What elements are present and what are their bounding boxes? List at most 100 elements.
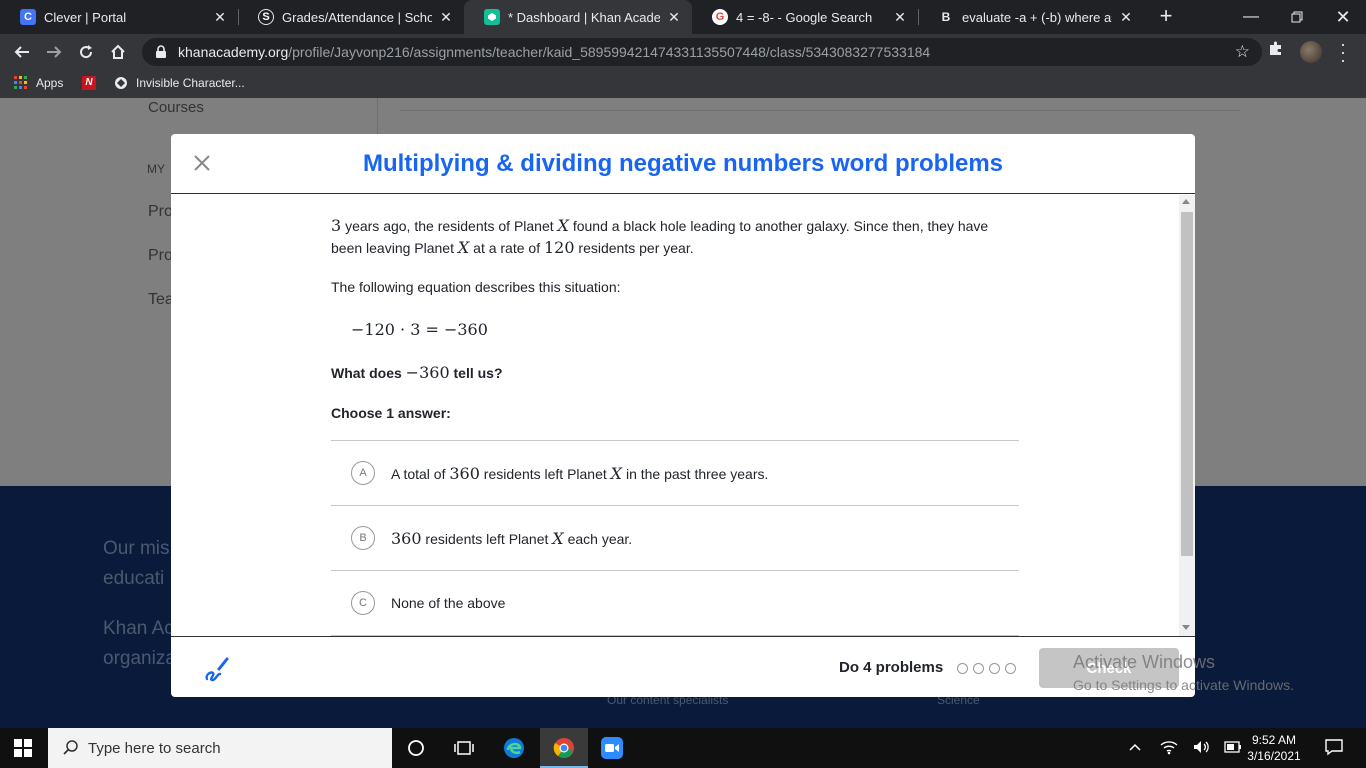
scroll-up-arrow-icon[interactable]	[1182, 199, 1190, 204]
tab-close-icon[interactable]: ✕	[892, 9, 908, 26]
battery-icon[interactable]	[1224, 741, 1242, 756]
tab-title: 4 = -8- - Google Search	[736, 9, 873, 25]
choice-text: 360 residents left Planet X each year.	[391, 528, 633, 548]
bg-sidebar-text: Courses	[148, 99, 204, 116]
progress-dot	[957, 663, 968, 674]
globe-icon	[115, 77, 127, 89]
tab-brainly[interactable]: B evaluate -a + (-b) where a= 6.0 ✕	[918, 0, 1144, 34]
tab-clever[interactable]: C Clever | Portal ✕	[0, 0, 238, 34]
progress-dot	[989, 663, 1000, 674]
back-arrow-icon[interactable]	[10, 40, 34, 64]
progress-dot	[973, 663, 984, 674]
windows-start-icon[interactable]	[14, 739, 32, 757]
zoom-app-icon[interactable]	[600, 736, 624, 760]
reload-icon[interactable]	[74, 40, 98, 64]
question-area: 3 years ago, the residents of Planet X f…	[171, 195, 1195, 636]
bookmark-n[interactable]: N	[82, 76, 96, 90]
scroll-down-arrow-icon[interactable]	[1182, 625, 1190, 630]
url-host: khanacademy.org	[178, 44, 289, 60]
search-icon	[63, 740, 78, 755]
notification-center-icon[interactable]	[1324, 738, 1344, 759]
chrome-menu-icon[interactable]: · · ·	[1338, 35, 1348, 69]
minimize-icon[interactable]: —	[1228, 0, 1274, 34]
wifi-icon[interactable]	[1160, 739, 1178, 758]
bookmark-label: Apps	[36, 76, 64, 90]
tab-schoology[interactable]: S Grades/Attendance | Schoolog ✕	[238, 0, 464, 34]
bg-footer-text: organiza	[103, 648, 176, 669]
progress-dots	[957, 663, 1016, 674]
choice-letter: B	[351, 526, 375, 550]
equation-intro: The following equation describes this si…	[331, 279, 621, 295]
taskbar-search-box[interactable]: Type here to search	[48, 728, 392, 768]
tray-chevron-up-icon[interactable]	[1128, 740, 1142, 755]
new-tab-plus-icon[interactable]: +	[1154, 4, 1178, 28]
scrollbar-thumb[interactable]	[1181, 212, 1193, 556]
taskbar-clock[interactable]: 9:52 AM 3/16/2021	[1244, 732, 1304, 764]
tab-title: Clever | Portal	[44, 9, 127, 25]
bookmark-apps[interactable]: Apps	[14, 76, 63, 90]
cortana-icon[interactable]	[404, 736, 428, 760]
answer-choice-a[interactable]: A A total of 360 residents left Planet X…	[331, 441, 1019, 506]
question-prompt: What does −360 tell us?	[331, 363, 503, 382]
windows-taskbar: Type here to search 9:52 AM 3/16/2021	[0, 728, 1366, 768]
task-view-icon[interactable]	[452, 736, 476, 760]
bookmark-label: Invisible Character...	[136, 76, 245, 90]
tab-close-icon[interactable]: ✕	[666, 9, 682, 26]
tab-close-icon[interactable]: ✕	[1118, 9, 1134, 26]
tab-khan-academy[interactable]: * Dashboard | Khan Academy ✕	[464, 0, 692, 34]
bg-sidebar-text: Tea	[148, 291, 174, 308]
khan-leaf-icon	[484, 9, 500, 25]
problem-statement: 3 years ago, the residents of Planet X f…	[331, 216, 989, 257]
answer-choice-c[interactable]: C None of the above	[331, 571, 1019, 636]
apps-grid-icon	[14, 76, 27, 89]
activate-windows-subtitle: Go to Settings to activate Windows.	[1073, 677, 1294, 693]
brainly-icon: B	[941, 10, 951, 24]
bg-footer-text: Our mis	[103, 538, 170, 559]
tab-google-search[interactable]: G 4 = -8- - Google Search ✕	[692, 0, 918, 34]
volume-icon[interactable]	[1192, 739, 1210, 758]
bookmarks-bar: Apps N Invisible Character...	[0, 70, 1366, 98]
bg-footer-text: educati	[103, 568, 165, 589]
clever-icon: C	[20, 9, 36, 25]
bookmark-invisible-character[interactable]: Invisible Character...	[114, 76, 245, 90]
modal-title: Multiplying & dividing negative numbers …	[362, 150, 1004, 177]
chrome-icon[interactable]	[552, 736, 576, 760]
tab-title: evaluate -a + (-b) where a= 6.0	[962, 9, 1112, 25]
n-logo-icon: N	[82, 76, 96, 90]
tab-title: Grades/Attendance | Schoolog	[282, 9, 432, 25]
scratchpad-pencil-icon[interactable]	[203, 655, 231, 683]
clock-time: 9:52 AM	[1251, 733, 1297, 747]
modal-header: Multiplying & dividing negative numbers …	[171, 134, 1195, 194]
edge-browser-icon[interactable]	[502, 736, 526, 760]
lock-icon	[156, 45, 166, 58]
profile-avatar[interactable]	[1300, 41, 1322, 63]
bookmark-star-icon[interactable]: ☆	[1235, 42, 1250, 62]
bg-sidebar-text: Pro	[148, 247, 173, 264]
extensions-puzzle-icon[interactable]	[1268, 40, 1284, 61]
schoology-icon: S	[258, 9, 274, 25]
problem-count-label: Do 4 problems	[839, 659, 944, 676]
restore-icon[interactable]	[1274, 0, 1320, 34]
answer-choices: A A total of 360 residents left Planet X…	[331, 440, 1019, 636]
tab-close-icon[interactable]: ✕	[438, 9, 454, 26]
modal-footer: Do 4 problems Check	[171, 636, 1195, 697]
exercise-modal: Multiplying & dividing negative numbers …	[171, 134, 1195, 697]
search-placeholder: Type here to search	[88, 739, 221, 757]
home-icon[interactable]	[106, 40, 130, 64]
tab-close-icon[interactable]: ✕	[212, 9, 228, 26]
answer-choice-b[interactable]: B 360 residents left Planet X each year.	[331, 506, 1019, 571]
choice-letter: C	[351, 591, 375, 615]
choice-text: A total of 360 residents left Planet X i…	[391, 463, 769, 483]
window-close-icon[interactable]: ✕	[1320, 0, 1366, 34]
bg-footer-text: Khan Ac	[103, 618, 174, 639]
tab-title: * Dashboard | Khan Academy	[508, 9, 660, 25]
url-path: /profile/Jayvonp216/assignments/teacher/…	[288, 44, 931, 60]
tab-strip: C Clever | Portal ✕ S Grades/Attendance …	[0, 0, 1366, 34]
browser-toolbar: khanacademy.org/profile/Jayvonp216/assig…	[0, 34, 1366, 70]
choose-label: Choose 1 answer:	[331, 405, 451, 421]
clock-date: 3/16/2021	[1247, 749, 1301, 763]
address-bar[interactable]: khanacademy.org/profile/Jayvonp216/assig…	[142, 38, 1262, 66]
forward-arrow-icon[interactable]	[42, 40, 66, 64]
google-icon: G	[712, 9, 728, 25]
bg-sidebar-text: Pro	[148, 203, 173, 220]
